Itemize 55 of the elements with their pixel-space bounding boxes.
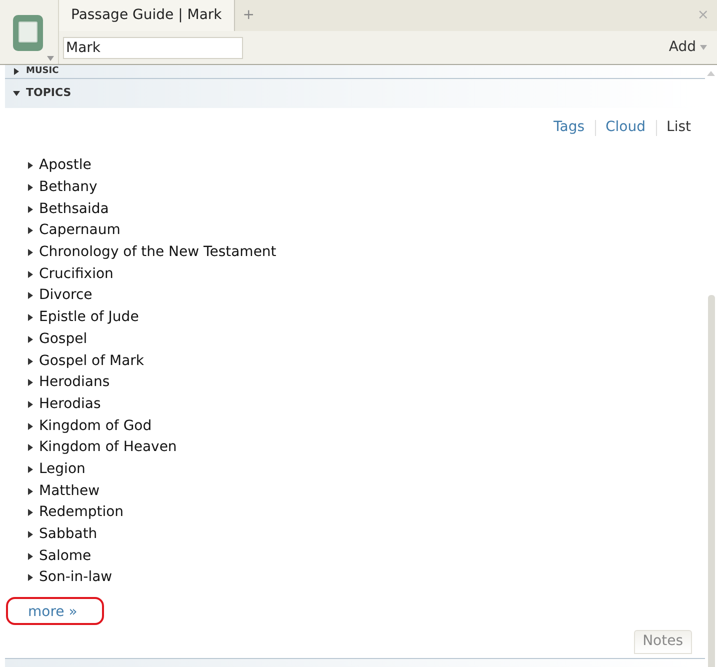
panel-tab[interactable]: Passage Guide | Mark (59, 0, 235, 31)
topic-item[interactable]: Kingdom of Heaven (39, 437, 177, 458)
caret-right-icon (27, 531, 34, 538)
topic-item[interactable]: Matthew (39, 480, 100, 502)
caret-right-icon (27, 227, 34, 234)
dropdown-caret-icon[interactable] (47, 56, 54, 61)
caret-right-icon (27, 379, 34, 386)
reference-field[interactable]: Mark (63, 36, 243, 58)
caret-down-icon (700, 45, 707, 50)
caret-right-icon (27, 466, 34, 473)
topic-item[interactable]: Sabbath (39, 524, 98, 546)
topic-item[interactable]: Herodians (39, 372, 110, 394)
topic-item[interactable]: Bethsaida (39, 198, 109, 220)
topic-item[interactable]: Son-in-law (39, 567, 112, 588)
caret-right-icon (27, 488, 34, 495)
caret-right-icon (27, 162, 34, 170)
topic-item[interactable]: Gospel (39, 328, 88, 350)
section-header[interactable]: MUSIC (5, 65, 705, 79)
caret-right-icon (13, 68, 20, 75)
caret-right-icon (27, 336, 34, 343)
app-logo-icon[interactable] (12, 12, 46, 52)
caret-right-icon (27, 314, 34, 322)
caret-right-icon (27, 206, 34, 213)
topic-item[interactable]: Crucifixion (39, 264, 114, 285)
view-mode-link[interactable]: Cloud (606, 117, 646, 138)
topic-item[interactable]: Kingdom of God (39, 416, 152, 437)
scrollbar-thumb[interactable] (708, 295, 714, 667)
caret-right-icon (27, 422, 34, 430)
topic-item[interactable]: Divorce (39, 285, 92, 306)
topic-item[interactable]: Salome (39, 546, 92, 567)
scroll-up-icon[interactable] (707, 71, 715, 76)
caret-right-icon (27, 358, 34, 365)
view-mode-link[interactable]: List (666, 117, 691, 138)
caret-right-icon (27, 509, 34, 516)
topic-item[interactable]: Apostle (39, 155, 92, 176)
topic-item[interactable]: Herodias (39, 394, 101, 415)
caret-right-icon (27, 400, 34, 408)
view-mode-link[interactable]: Tags (554, 117, 585, 138)
more-link[interactable]: more » (6, 596, 104, 625)
add-menu-button[interactable]: Add (668, 37, 713, 58)
topic-item[interactable]: Legion (39, 458, 86, 480)
caret-right-icon (27, 292, 34, 300)
caret-right-icon (27, 270, 34, 278)
caret-right-icon (27, 184, 34, 192)
caret-right-icon (27, 552, 34, 560)
topic-item[interactable]: Capernaum (39, 220, 120, 242)
caret-down-icon (13, 90, 20, 97)
caret-right-icon (27, 444, 34, 452)
topic-item[interactable]: Epistle of Jude (39, 307, 139, 328)
topic-item[interactable]: Gospel of Mark (39, 350, 144, 372)
topic-item[interactable]: Redemption (39, 502, 124, 524)
caret-right-icon (27, 574, 34, 582)
topic-item[interactable]: Chronology of the New Testament (39, 242, 276, 264)
topic-item[interactable]: Bethany (39, 177, 98, 198)
caret-right-icon (27, 249, 34, 256)
